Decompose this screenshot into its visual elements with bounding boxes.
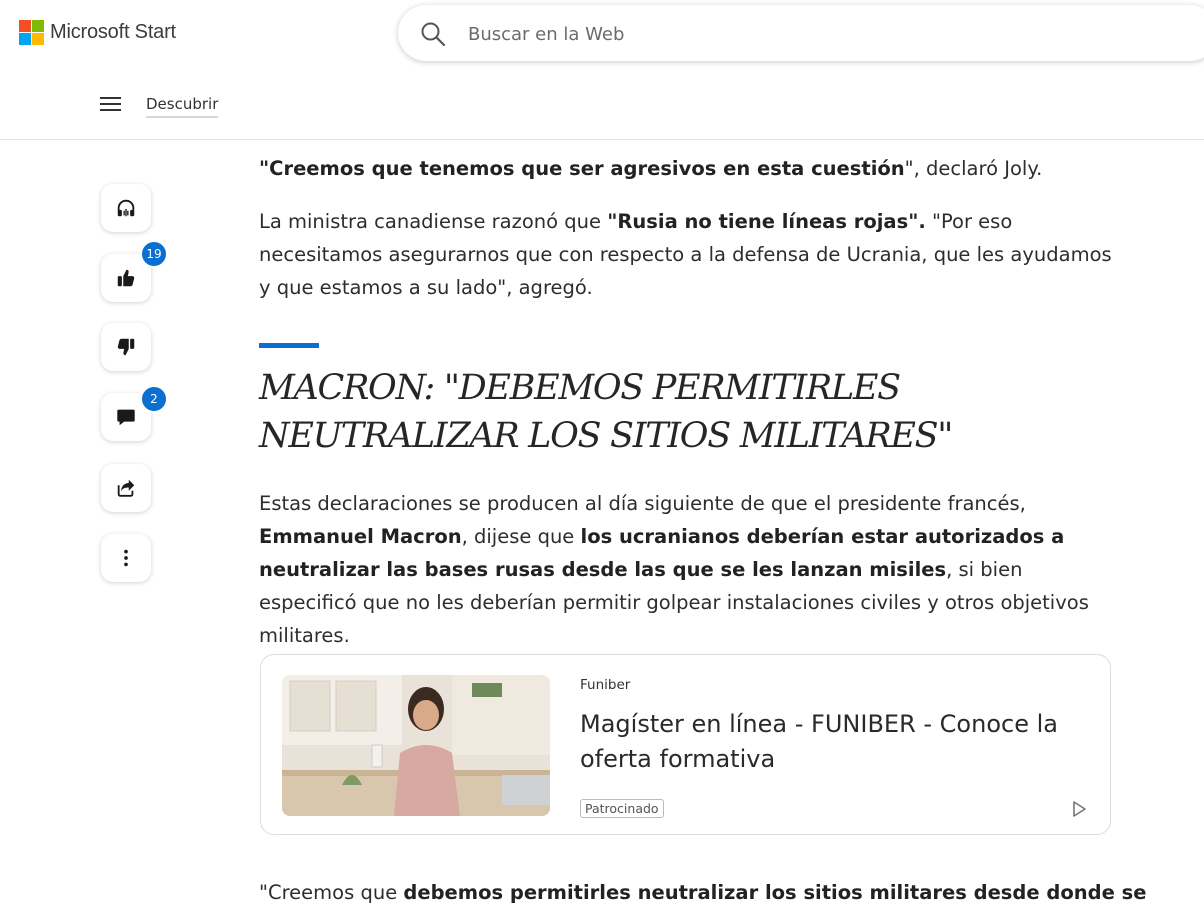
article-paragraph: Estas declaraciones se producen al día s… — [259, 487, 1114, 652]
logo-text: Microsoft Start — [50, 21, 176, 43]
dislike-button[interactable] — [101, 323, 151, 371]
discover-link[interactable]: Descubrir — [146, 95, 219, 118]
more-icon — [124, 549, 128, 567]
thumbs-down-icon — [117, 338, 135, 356]
like-count-badge: 19 — [140, 240, 168, 268]
article-paragraph: "Creemos que tenemos que ser agresivos e… — [259, 152, 1042, 185]
bold-text: "Rusia no tiene líneas rojas". — [607, 210, 926, 233]
article-paragraph: "Creemos que debemos permitirles neutral… — [259, 876, 1146, 909]
menu-icon[interactable] — [100, 97, 122, 113]
top-header: Microsoft Start — [0, 0, 1204, 70]
paragraph-text: ", declaró Joly. — [904, 157, 1043, 180]
ad-source: Funiber — [580, 677, 631, 693]
comment-icon — [117, 409, 135, 426]
search-input[interactable] — [466, 19, 1030, 49]
share-icon — [117, 479, 135, 497]
sponsored-ad-card[interactable]: Funiber Magíster en línea - FUNIBER - Co… — [260, 654, 1111, 835]
more-options-button[interactable] — [101, 534, 151, 582]
search-icon[interactable] — [420, 21, 446, 47]
thumbs-up-icon — [117, 269, 135, 287]
bold-text: debemos permitirles neutralizar los siti… — [403, 881, 1147, 904]
ad-title[interactable]: Magíster en línea - FUNIBER - Conoce la … — [580, 707, 1070, 777]
ad-choices-icon[interactable] — [1069, 799, 1089, 819]
article-paragraph: La ministra canadiense razonó que "Rusia… — [259, 205, 1114, 304]
microsoft-start-logo[interactable]: Microsoft Start — [19, 20, 176, 45]
ad-image[interactable] — [282, 675, 550, 816]
section-heading: MACRON: "DEBEMOS PERMITIRLES NEUTRALIZAR… — [259, 368, 953, 456]
sponsored-badge: Patrocinado — [580, 799, 664, 818]
paragraph-text: Estas declaraciones se producen al día s… — [259, 492, 1026, 515]
listen-button[interactable] — [101, 184, 151, 232]
microsoft-logo-icon — [19, 20, 44, 45]
search-box[interactable] — [398, 5, 1204, 61]
bold-text: Emmanuel Macron — [259, 525, 462, 548]
paragraph-text: , dijese que — [461, 525, 581, 548]
paragraph-text: La ministra canadiense razonó que — [259, 210, 608, 233]
comment-count-badge: 2 — [140, 385, 168, 413]
bold-text: "Creemos que tenemos que ser agresivos e… — [259, 157, 905, 180]
heading-accent-bar — [259, 343, 319, 348]
headphones-icon — [117, 199, 135, 217]
paragraph-text: "Creemos que — [259, 881, 404, 904]
share-button[interactable] — [101, 464, 151, 512]
